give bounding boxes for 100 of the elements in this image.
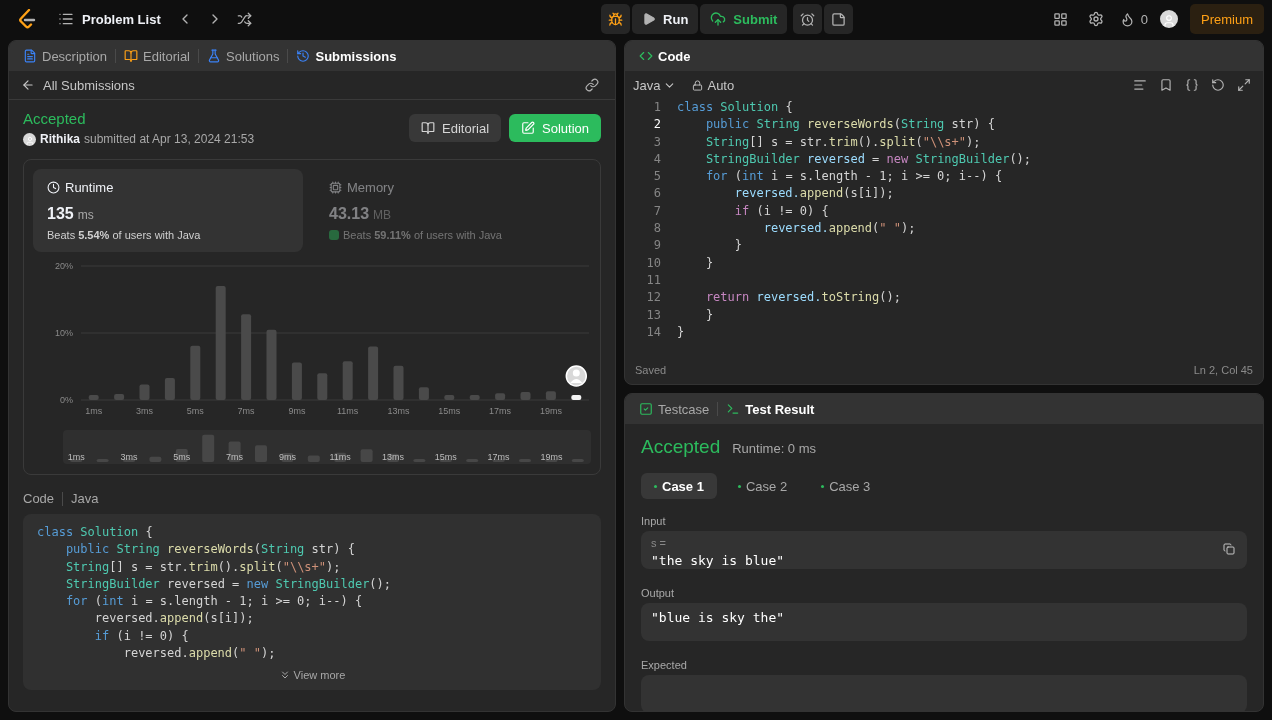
section-label: Output	[641, 587, 676, 599]
problem-list-link[interactable]: Problem List	[52, 7, 167, 31]
axis-label: 10%	[55, 328, 73, 338]
stat-unit: MB	[373, 208, 392, 222]
variable-name: s =	[651, 537, 666, 549]
line-number: 9	[652, 237, 662, 255]
axis-label: 5ms	[173, 452, 191, 462]
line-number: 12	[645, 289, 662, 307]
stat-unit: ms	[77, 208, 94, 222]
avatar-icon[interactable]	[1160, 10, 1178, 28]
code-line: public String reverseWords(String str) {	[64, 541, 356, 559]
axis-label: 9ms	[288, 406, 306, 416]
code-line: StringBuilder reversed = new StringBuilder();	[64, 575, 393, 593]
bar	[164, 377, 175, 400]
axis-label: 15ms	[438, 406, 461, 416]
alarm-clock-icon[interactable]	[793, 4, 823, 34]
runtime-text: Runtime: 0 ms	[732, 441, 817, 456]
axis-label: 19ms	[539, 406, 562, 416]
premium-button[interactable]: Premium	[1190, 4, 1264, 34]
avatar-icon	[565, 365, 588, 387]
submit-button[interactable]: Submit	[700, 4, 788, 34]
code-line: class Solution {	[37, 524, 154, 541]
axis-label: 19ms	[540, 452, 563, 462]
axis-label: 15ms	[434, 452, 457, 462]
chip-icon	[329, 181, 342, 194]
stat-value: 135	[47, 205, 74, 223]
line-number: 5	[652, 168, 662, 186]
axis-label: 3ms	[120, 452, 138, 462]
book-icon	[421, 121, 436, 135]
code-line: for (int i = s.length - 1; i >= 0; i--) {	[64, 593, 364, 611]
cloud-upload-icon	[710, 11, 727, 27]
bar	[495, 393, 506, 400]
section-label: Input	[641, 515, 667, 527]
axis-label: 7ms	[226, 452, 244, 462]
run-button[interactable]: Run	[632, 4, 699, 34]
case-tab[interactable]: Case 2	[724, 473, 801, 499]
panel-tab[interactable]: Test Result	[722, 398, 819, 420]
document-icon	[23, 49, 37, 63]
beats-text: Beats 59.11% of users with Java	[343, 229, 502, 241]
code-line: reversed.append(s[i]);	[93, 610, 255, 628]
panel-tab[interactable]: Submissions	[292, 45, 401, 67]
panel-tab[interactable]: Editorial	[120, 45, 194, 67]
author-name[interactable]: Rithika	[40, 132, 80, 146]
bar	[545, 391, 556, 400]
value-text: "blue is sky the"	[651, 609, 786, 627]
stat-title: Runtime	[65, 180, 114, 195]
axis-label: 7ms	[237, 406, 255, 416]
logo-icon[interactable]	[18, 9, 36, 29]
code-line: }	[704, 306, 714, 324]
bar	[571, 395, 582, 400]
line-number: 13	[645, 306, 662, 324]
mode-label: Auto	[707, 77, 735, 93]
bar	[342, 361, 353, 400]
play-icon	[642, 12, 657, 26]
submission-time: submitted at Apr 13, 2024 21:53	[84, 132, 255, 146]
panel-tab[interactable]: Description	[19, 45, 112, 67]
axis-label: 13ms	[382, 452, 404, 462]
panel-tab[interactable]: Solutions	[203, 45, 284, 67]
back-link[interactable]: All Submissions	[21, 77, 135, 93]
save-status: Saved	[635, 364, 667, 376]
code-line: reversed.append(s[i]);	[733, 185, 894, 203]
panel-tab[interactable]: Testcase	[635, 398, 714, 420]
checkbox-icon	[639, 402, 653, 416]
axis-label: 1ms	[67, 452, 85, 462]
flask-icon	[207, 49, 221, 63]
axis-label: 17ms	[487, 452, 510, 462]
copy-icon[interactable]	[1221, 541, 1237, 557]
bar	[114, 393, 125, 400]
range-selector-background[interactable]	[63, 430, 591, 464]
bar	[418, 387, 429, 400]
bar	[88, 395, 99, 400]
bar	[393, 365, 404, 400]
book-icon	[124, 49, 139, 63]
bar	[469, 395, 480, 400]
code-line: }	[704, 254, 714, 272]
case-tab[interactable]: Case 1	[641, 473, 717, 499]
axis-label: 1ms	[85, 406, 103, 416]
line-number: 1	[652, 99, 662, 116]
case-tab[interactable]: Case 3	[808, 473, 884, 499]
axis-label: 0%	[60, 395, 73, 405]
code-line: public String reverseWords(String str) {	[704, 116, 995, 134]
editorial-button[interactable]: Editorial	[409, 114, 501, 142]
language-dropdown[interactable]: Java	[633, 77, 677, 93]
streak-counter[interactable]: 0	[1119, 11, 1148, 27]
line-number: 2	[652, 116, 662, 134]
axis-label: 11ms	[329, 452, 351, 462]
stat-title: Memory	[347, 180, 394, 195]
code-line: String[] s = str.trim().split("\\s+");	[64, 558, 342, 576]
view-more-button[interactable]: View more	[272, 668, 352, 683]
code-line: for (int i = s.length - 1; i >= 0; i--) {	[704, 168, 1003, 186]
code-icon	[639, 49, 653, 63]
code-line: return reversed.toString();	[704, 289, 901, 307]
note-icon[interactable]	[824, 4, 854, 34]
line-number: 7	[652, 202, 662, 220]
stat-card[interactable]: Memory 43.13 MB Beats 59.11% of users with Java	[315, 169, 585, 252]
avatar-icon	[23, 132, 36, 146]
stat-card[interactable]: Runtime 135 ms Beats 5.54% of users with Java	[33, 169, 303, 252]
bug-icon[interactable]	[601, 4, 631, 34]
panel-tab[interactable]: Code	[635, 45, 695, 67]
code-line: }	[677, 323, 685, 341]
